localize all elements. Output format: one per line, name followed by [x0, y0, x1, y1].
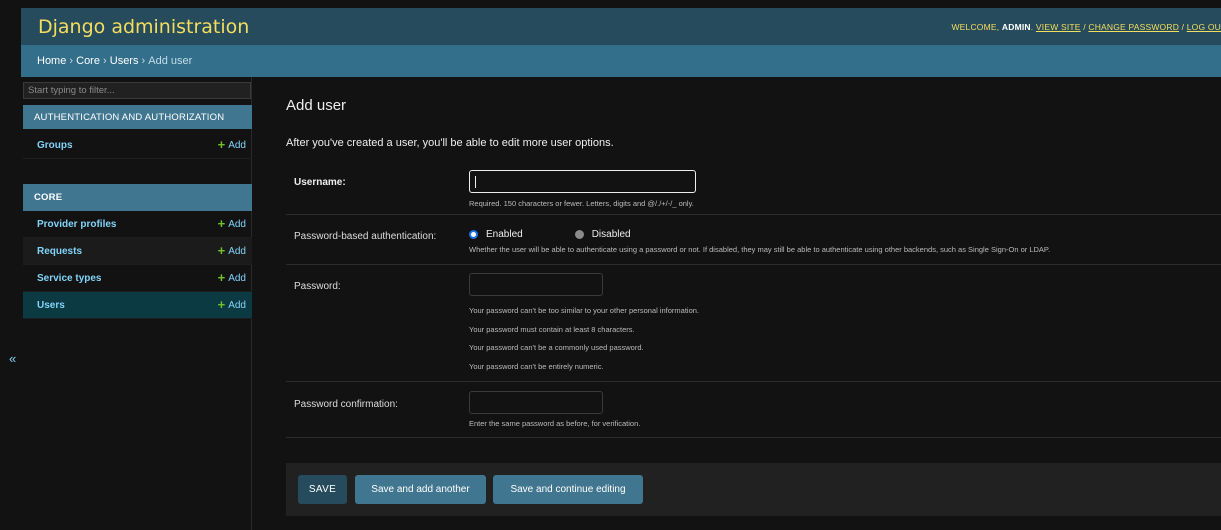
- username: ADMIN: [1001, 21, 1031, 32]
- radio-selected-icon[interactable]: [469, 230, 478, 239]
- password-label: Password:: [294, 281, 341, 292]
- form-row-username: Username: Required. 150 characters or fe…: [286, 160, 1221, 215]
- breadcrumb: Home › Core › Users › Add user: [21, 45, 1221, 77]
- password-confirm-input[interactable]: [469, 391, 603, 414]
- username-input[interactable]: [469, 170, 696, 193]
- sidebar-item-label[interactable]: Service types: [37, 273, 102, 284]
- page-title: Add user: [286, 97, 347, 114]
- intro-text: After you've created a user, you'll be a…: [286, 137, 614, 149]
- add-service-types-button[interactable]: + Add: [217, 270, 246, 285]
- view-site-link[interactable]: VIEW SITE: [1036, 22, 1081, 32]
- password-auth-radio-group: Enabled Disabled: [469, 229, 631, 240]
- welcome-text: WELCOME,: [951, 21, 1000, 32]
- sidebar-item-requests[interactable]: Requests + Add: [23, 238, 252, 265]
- site-branding[interactable]: Django administration: [21, 16, 249, 38]
- password-help-3: Your password can't be a commonly used p…: [469, 343, 644, 352]
- password-confirm-help: Enter the same password as before, for v…: [469, 419, 641, 428]
- plus-icon: +: [217, 297, 226, 312]
- breadcrumb-users[interactable]: Users: [110, 55, 139, 67]
- save-button[interactable]: SAVE: [298, 475, 347, 504]
- plus-icon: +: [217, 216, 226, 231]
- module-caption-auth[interactable]: AUTHENTICATION AND AUTHORIZATION: [23, 105, 252, 129]
- radio-unselected-icon[interactable]: [574, 230, 584, 239]
- form-row-password: Password: Your password can't be too sim…: [286, 265, 1221, 382]
- breadcrumb-current: Add user: [148, 55, 193, 67]
- password-help-2: Your password must contain at least 8 ch…: [469, 325, 635, 334]
- add-groups-button[interactable]: + Add: [217, 137, 246, 152]
- change-password-link[interactable]: CHANGE PASSWORD: [1088, 22, 1179, 32]
- text-caret: [475, 176, 476, 188]
- sidebar-item-service-types[interactable]: Service types + Add: [23, 265, 252, 292]
- sidebar-item-label[interactable]: Requests: [37, 246, 82, 257]
- radio-disabled[interactable]: Disabled: [574, 229, 631, 240]
- sidebar-item-groups[interactable]: Groups + Add: [23, 132, 252, 159]
- sidebar-item-label[interactable]: Users: [37, 300, 65, 311]
- nav-filter-input[interactable]: [23, 82, 251, 99]
- plus-icon: +: [217, 243, 226, 258]
- breadcrumb-home[interactable]: Home: [37, 55, 66, 67]
- password-auth-label: Password-based authentication:: [294, 231, 437, 242]
- add-provider-profiles-button[interactable]: + Add: [217, 216, 246, 231]
- plus-icon: +: [217, 137, 226, 152]
- sidebar-item-label[interactable]: Provider profiles: [37, 219, 116, 230]
- password-auth-help: Whether the user will be able to authent…: [469, 245, 1051, 254]
- add-users-button[interactable]: + Add: [217, 297, 246, 312]
- username-label: Username:: [294, 177, 346, 188]
- module-caption-core[interactable]: CORE: [23, 184, 252, 211]
- sidebar-item-users[interactable]: Users + Add: [23, 292, 252, 319]
- password-input[interactable]: [469, 273, 603, 296]
- submit-row: SAVE Save and add another Save and conti…: [286, 463, 1221, 516]
- username-help: Required. 150 characters or fewer. Lette…: [469, 199, 694, 208]
- user-tools: WELCOME, ADMIN. VIEW SITE / CHANGE PASSW…: [951, 21, 1221, 32]
- sidebar-item-label[interactable]: Groups: [37, 140, 73, 151]
- plus-icon: +: [217, 270, 226, 285]
- nav-sidebar: AUTHENTICATION AND AUTHORIZATION Groups …: [21, 77, 252, 530]
- save-and-continue-button[interactable]: Save and continue editing: [493, 475, 643, 504]
- radio-enabled[interactable]: Enabled: [469, 229, 523, 240]
- password-confirm-label: Password confirmation:: [294, 399, 398, 410]
- add-requests-button[interactable]: + Add: [217, 243, 246, 258]
- admin-page: Django administration WELCOME, ADMIN. VI…: [0, 0, 1221, 530]
- breadcrumb-core[interactable]: Core: [76, 55, 100, 67]
- sidebar-item-provider-profiles[interactable]: Provider profiles + Add: [23, 211, 252, 238]
- collapse-sidebar-icon[interactable]: «: [9, 351, 16, 366]
- log-out-link[interactable]: LOG OU: [1187, 22, 1221, 32]
- form-row-password-confirm: Password confirmation: Enter the same pa…: [286, 382, 1221, 438]
- header: Django administration WELCOME, ADMIN. VI…: [21, 8, 1221, 45]
- form-row-password-auth: Password-based authentication: Enabled D…: [286, 215, 1221, 265]
- password-help-4: Your password can't be entirely numeric.: [469, 362, 604, 371]
- save-and-add-another-button[interactable]: Save and add another: [355, 475, 486, 504]
- password-help-1: Your password can't be too similar to yo…: [469, 306, 700, 315]
